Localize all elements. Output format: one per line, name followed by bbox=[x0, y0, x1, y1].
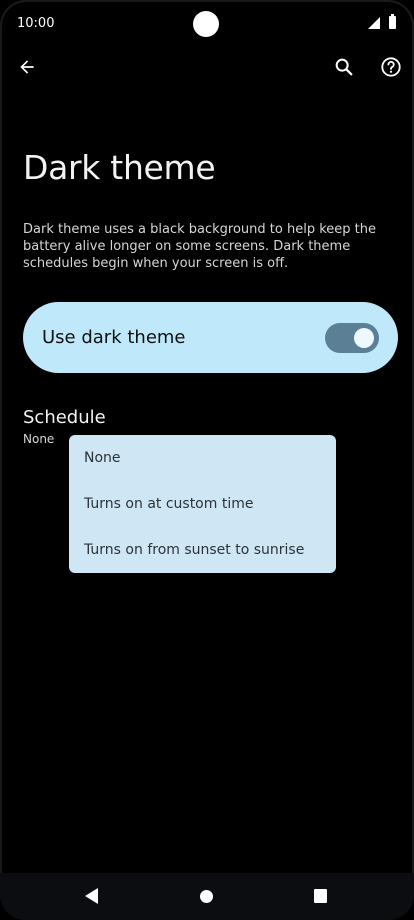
schedule-value: None bbox=[23, 432, 55, 446]
camera-cutout bbox=[193, 11, 219, 37]
dark-theme-switch[interactable] bbox=[325, 323, 379, 353]
status-bar: 10:00 bbox=[0, 0, 414, 48]
back-button[interactable] bbox=[7, 47, 47, 87]
search-button[interactable] bbox=[324, 47, 364, 87]
help-button[interactable] bbox=[371, 47, 411, 87]
toggle-label: Use dark theme bbox=[42, 327, 186, 348]
phone-screen: 10:00 Dark theme Dark theme uses a black… bbox=[0, 0, 414, 920]
page-description: Dark theme uses a black background to he… bbox=[23, 222, 376, 271]
signal-icon bbox=[368, 17, 380, 29]
nav-home-icon[interactable] bbox=[200, 890, 213, 903]
status-time: 10:00 bbox=[17, 16, 55, 31]
switch-thumb bbox=[354, 328, 374, 348]
schedule-dropdown-menu: None Turns on at custom time Turns on fr… bbox=[69, 435, 336, 573]
schedule-title[interactable]: Schedule bbox=[23, 407, 106, 428]
arrow-back-icon bbox=[20, 60, 34, 74]
battery-icon bbox=[389, 14, 396, 29]
dropdown-option-none[interactable]: None bbox=[84, 450, 121, 466]
dropdown-option-custom-time[interactable]: Turns on at custom time bbox=[84, 496, 253, 512]
help-icon bbox=[381, 57, 401, 77]
dropdown-option-sunset-sunrise[interactable]: Turns on from sunset to sunrise bbox=[84, 542, 304, 558]
search-icon bbox=[335, 58, 353, 76]
nav-back-icon[interactable] bbox=[85, 888, 98, 904]
nav-recents-icon[interactable] bbox=[314, 889, 327, 903]
page-title: Dark theme bbox=[23, 148, 216, 187]
use-dark-theme-toggle-row[interactable]: Use dark theme bbox=[23, 302, 398, 373]
